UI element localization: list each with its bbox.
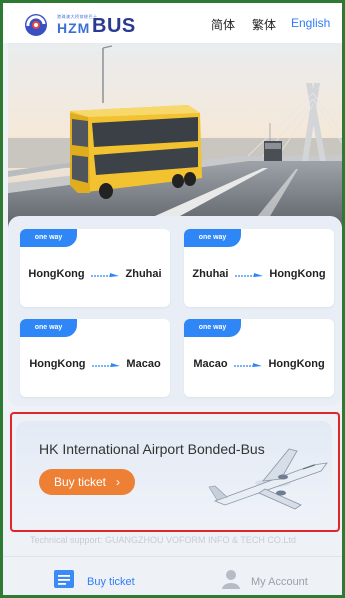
route-destination: Zhuhai bbox=[125, 267, 162, 280]
bottom-tab-bar: Buy ticket My Account bbox=[3, 556, 342, 595]
route-card-zhuhai-hongkong[interactable]: one way Zhuhai HongKong bbox=[184, 229, 334, 307]
one-way-tag: one way bbox=[20, 319, 77, 337]
route-card-macao-hongkong[interactable]: one way Macao HongKong bbox=[184, 319, 334, 397]
logo-hzm-text: HZM bbox=[57, 20, 91, 36]
one-way-tag: one way bbox=[184, 229, 241, 247]
app-screen: 港珠澳大桥穿梭巴士 HZM BUS 简体 繁体 English one way … bbox=[3, 3, 342, 595]
route-origin: HongKong bbox=[29, 357, 86, 370]
route-origin: Zhuhai bbox=[192, 267, 229, 280]
lang-traditional[interactable]: 繁体 bbox=[252, 16, 276, 33]
highlight-outline bbox=[10, 412, 340, 532]
ticket-icon bbox=[54, 570, 74, 588]
one-way-tag: one way bbox=[20, 229, 77, 247]
hero-bridge-bus-image bbox=[8, 43, 342, 228]
tab-buy-ticket[interactable]: Buy ticket bbox=[53, 567, 143, 588]
route-arrow-icon bbox=[234, 272, 263, 277]
header: 港珠澳大桥穿梭巴士 HZM BUS 简体 繁体 English bbox=[3, 3, 342, 43]
route-card-hongkong-zhuhai[interactable]: one way HongKong Zhuhai bbox=[20, 229, 170, 307]
route-destination: HongKong bbox=[268, 357, 325, 370]
lang-simplified[interactable]: 简体 bbox=[211, 16, 235, 33]
tab-buy-ticket-label: Buy ticket bbox=[87, 576, 135, 588]
route-arrow-icon bbox=[91, 362, 120, 367]
route-destination: Macao bbox=[126, 357, 161, 370]
route-arrow-icon bbox=[91, 272, 120, 277]
user-icon bbox=[222, 570, 240, 589]
hzm-bus-logo[interactable]: 港珠澳大桥穿梭巴士 HZM BUS bbox=[24, 13, 154, 37]
one-way-tag: one way bbox=[184, 319, 241, 337]
route-destination: HongKong bbox=[269, 267, 326, 280]
tab-my-account[interactable]: My Account bbox=[221, 567, 321, 589]
logo-icon bbox=[25, 14, 47, 36]
route-origin: HongKong bbox=[28, 267, 85, 280]
route-card-hongkong-macao[interactable]: one way HongKong Macao bbox=[20, 319, 170, 397]
route-origin: Macao bbox=[193, 357, 228, 370]
route-arrow-icon bbox=[234, 362, 263, 367]
tab-my-account-label: My Account bbox=[251, 576, 308, 588]
lang-english[interactable]: English bbox=[291, 16, 330, 30]
logo-bus-text: BUS bbox=[92, 15, 136, 37]
technical-support-text: Technical support: GUANGZHOU VOFORM INFO… bbox=[30, 535, 296, 545]
